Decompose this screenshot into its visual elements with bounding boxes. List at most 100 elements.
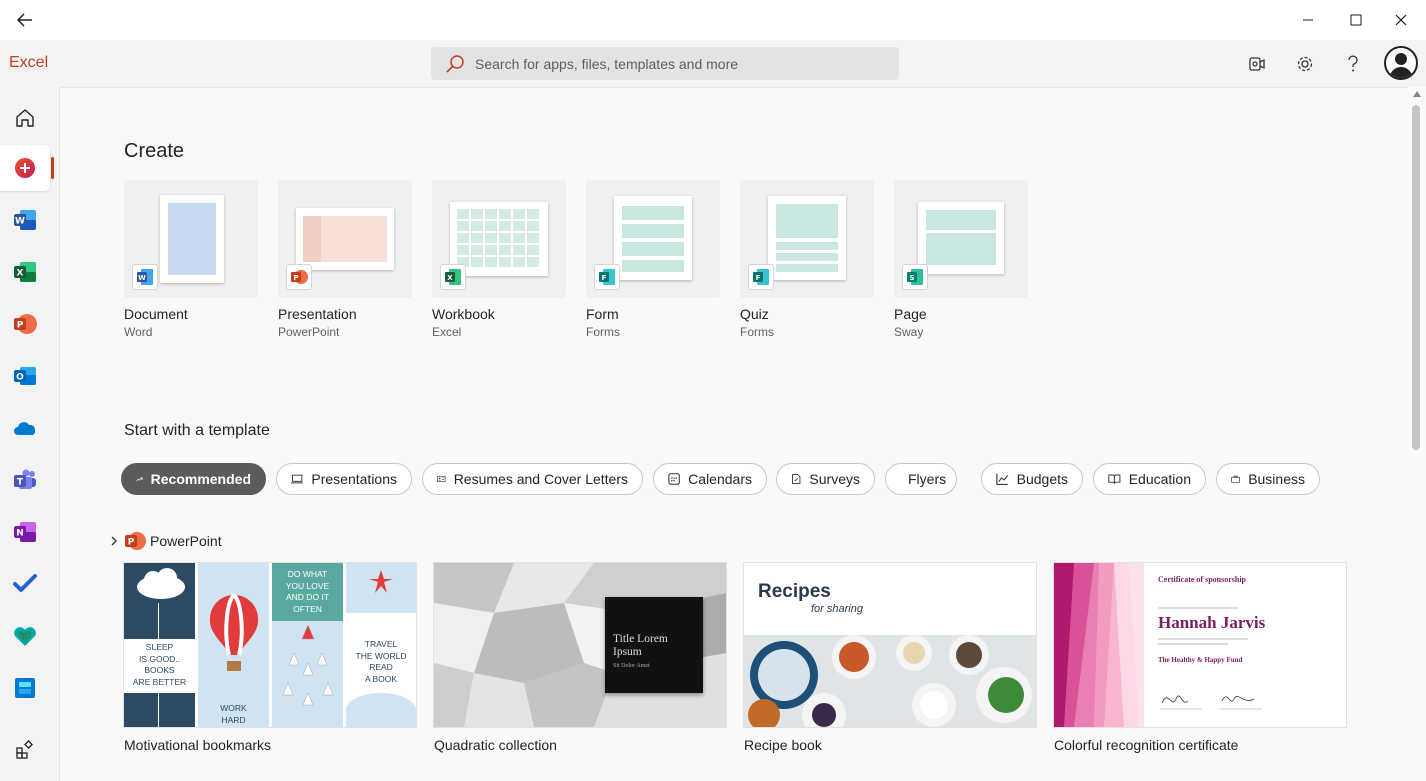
filter-chip-business[interactable]: Business xyxy=(1216,463,1320,495)
sidebar-item-onenote[interactable]: N xyxy=(0,509,50,555)
template-thumbnail: Certificate of sponsorship Hannah Jarvis… xyxy=(1054,563,1346,727)
book-icon xyxy=(1108,474,1121,484)
app-launcher-sidebar: W X P O T N xyxy=(0,87,59,781)
create-quiz-card[interactable]: F Quiz Forms xyxy=(740,180,874,339)
laptop-icon xyxy=(291,474,304,484)
svg-text:S: S xyxy=(909,274,914,282)
template-card-motivational-bookmarks[interactable]: SLEEP IS GOOD.. BOOKS ARE BETTER WORK HA… xyxy=(124,563,416,753)
create-title: Document xyxy=(124,306,188,322)
bookmark-text: WORK HARD xyxy=(220,703,247,725)
create-heading: Create xyxy=(124,140,185,162)
quiz-thumbnail: F xyxy=(740,180,874,298)
chip-label: Budgets xyxy=(1016,471,1068,487)
outlook-icon: O xyxy=(14,367,36,385)
filter-chip-calendars[interactable]: Calendars xyxy=(653,463,767,495)
sidebar-item-word[interactable]: W xyxy=(0,197,50,243)
template-card-recognition-certificate[interactable]: Certificate of sponsorship Hannah Jarvis… xyxy=(1054,563,1346,753)
scroll-up-arrow-icon[interactable] xyxy=(1413,91,1421,97)
create-title: Form xyxy=(586,306,619,322)
svg-text:X: X xyxy=(447,274,453,282)
help-button[interactable] xyxy=(1339,50,1367,78)
filter-chip-flyers[interactable]: Flyers xyxy=(885,463,957,495)
sidebar-item-onedrive[interactable] xyxy=(0,405,50,451)
chip-label: Education xyxy=(1128,471,1191,487)
maximize-icon xyxy=(1350,14,1362,26)
sway-icon: S xyxy=(902,264,928,290)
bookmark-text: TRAVEL THE WORLD READ A BOOK xyxy=(355,639,407,684)
thumbnail-subtitle: Sit Dolor Amet xyxy=(613,663,650,669)
minimize-button[interactable] xyxy=(1285,4,1331,36)
create-document-card[interactable]: W Document Word xyxy=(124,180,258,339)
sidebar-item-all-apps[interactable] xyxy=(0,727,50,773)
filter-chip-budgets[interactable]: Budgets xyxy=(981,463,1083,495)
account-avatar[interactable] xyxy=(1384,46,1418,80)
close-window-button[interactable] xyxy=(1378,4,1424,36)
sidebar-item-teams[interactable]: T xyxy=(0,457,50,503)
teams-icon: T xyxy=(14,469,36,489)
sidebar-item-outlook[interactable]: O xyxy=(0,353,50,399)
onenote-icon: N xyxy=(14,522,36,542)
sidebar-item-family-safety[interactable] xyxy=(0,613,50,659)
title-bar xyxy=(0,0,1426,40)
calendar-icon xyxy=(668,473,680,485)
sidebar-item-excel[interactable]: X xyxy=(0,249,50,295)
app-header: Excel Search for apps, files, templates … xyxy=(0,40,1426,87)
chip-label: Business xyxy=(1248,471,1305,487)
filter-chip-presentations[interactable]: Presentations xyxy=(276,463,412,495)
template-title: Recipe book xyxy=(744,737,822,753)
sidebar-item-powerpoint[interactable]: P xyxy=(0,301,50,347)
create-presentation-card[interactable]: P Presentation PowerPoint xyxy=(278,180,412,339)
svg-text:F: F xyxy=(602,274,607,282)
all-apps-icon xyxy=(16,740,33,759)
sidebar-item-home[interactable] xyxy=(0,95,50,141)
sidebar-item-todo[interactable] xyxy=(0,561,50,607)
excel-icon: X xyxy=(440,264,466,290)
create-title: Presentation xyxy=(278,306,357,322)
search-box[interactable]: Search for apps, files, templates and mo… xyxy=(431,47,899,80)
template-card-recipe-book[interactable]: Recipes for sharing Recipe book xyxy=(744,563,1036,753)
meet-now-button[interactable] xyxy=(1243,50,1271,78)
sidebar-item-create[interactable] xyxy=(0,145,50,191)
scroll-thumb[interactable] xyxy=(1412,105,1420,450)
back-button[interactable] xyxy=(10,6,40,34)
page-thumbnail: S xyxy=(894,180,1028,298)
back-arrow-icon xyxy=(17,13,32,27)
template-title: Motivational bookmarks xyxy=(124,737,272,753)
template-thumbnail: Recipes for sharing xyxy=(744,563,1036,727)
search-input[interactable]: Search for apps, files, templates and mo… xyxy=(475,56,738,72)
sidebar-item-sharepoint[interactable] xyxy=(0,665,50,711)
user-avatar-icon xyxy=(1389,53,1413,78)
settings-button[interactable] xyxy=(1291,50,1319,78)
survey-icon xyxy=(792,474,801,484)
filter-chip-education[interactable]: Education xyxy=(1093,463,1206,495)
svg-text:P: P xyxy=(128,538,135,548)
filter-chip-surveys[interactable]: Surveys xyxy=(776,463,875,495)
template-group-powerpoint[interactable]: P PowerPoint xyxy=(110,531,222,551)
close-icon xyxy=(1395,14,1407,26)
chip-label: Resumes and Cover Letters xyxy=(453,471,628,487)
filter-chip-resumes[interactable]: Resumes and Cover Letters xyxy=(422,463,643,495)
certificate-name: Hannah Jarvis xyxy=(1158,613,1266,632)
form-thumbnail: F xyxy=(586,180,720,298)
create-workbook-card[interactable]: X Workbook Excel xyxy=(432,180,566,339)
create-title: Page xyxy=(894,306,927,322)
svg-text:O: O xyxy=(16,373,24,383)
forms-icon: F xyxy=(594,264,620,290)
create-page-card[interactable]: S Page Sway xyxy=(894,180,1028,339)
template-thumbnail: SLEEP IS GOOD.. BOOKS ARE BETTER WORK HA… xyxy=(124,563,416,727)
create-app: Forms xyxy=(740,325,774,339)
svg-text:P: P xyxy=(17,321,24,331)
filter-chip-recommended[interactable]: Recommended xyxy=(121,463,266,495)
template-card-quadratic-collection[interactable]: Title Lorem Ipsum Sit Dolor Amet Quadrat… xyxy=(434,563,726,753)
search-icon xyxy=(446,55,464,73)
svg-text:W: W xyxy=(15,217,25,227)
certificate-fund: The Healthy & Happy Fund xyxy=(1158,656,1243,664)
active-indicator xyxy=(51,157,54,179)
settings-gear-icon xyxy=(1297,56,1313,72)
create-title: Workbook xyxy=(432,306,495,322)
chip-label: Surveys xyxy=(809,471,860,487)
create-form-card[interactable]: F Form Forms xyxy=(586,180,720,339)
maximize-button[interactable] xyxy=(1333,4,1379,36)
thumbnail-title: Recipes xyxy=(758,581,831,602)
vertical-scrollbar[interactable] xyxy=(1408,87,1426,781)
